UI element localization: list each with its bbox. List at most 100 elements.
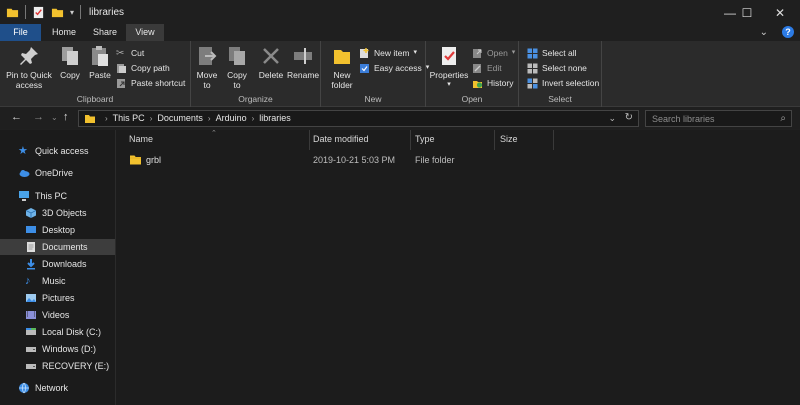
breadcrumb-libraries[interactable]: libraries (259, 113, 291, 123)
copy-to-button[interactable]: Copy to (223, 45, 251, 90)
tab-file[interactable]: File (0, 24, 41, 41)
nav-music[interactable]: ♪ Music (25, 273, 115, 289)
chevron-down-icon: ▾ (447, 81, 451, 88)
search-box[interactable]: Search libraries ⌕ (645, 110, 792, 127)
back-button[interactable]: ← (11, 111, 22, 123)
rename-button[interactable]: Rename (287, 45, 319, 80)
properties-qat-icon[interactable] (32, 6, 45, 19)
tab-share[interactable]: Share (85, 24, 125, 41)
select-none-icon (527, 63, 538, 73)
column-header-type[interactable]: Type (415, 134, 435, 144)
address-bar[interactable]: › This PC › Documents › Arduino › librar… (78, 110, 639, 127)
column-header-size[interactable]: Size (500, 134, 518, 144)
nav-desktop[interactable]: Desktop (25, 222, 115, 238)
nav-onedrive[interactable]: OneDrive (18, 165, 113, 181)
copy-path-label: Copy path (131, 63, 170, 73)
refresh-icon[interactable]: ↻ (625, 112, 633, 123)
cut-button[interactable]: ✂ Cut (116, 46, 144, 60)
rename-label: Rename (287, 70, 320, 80)
copy-path-icon (117, 63, 126, 73)
select-all-label: Select all (542, 48, 577, 58)
column-divider[interactable] (553, 130, 554, 150)
nav-recovery-e[interactable]: RECOVERY (E:) (25, 358, 115, 374)
tab-view[interactable]: View (126, 24, 164, 41)
close-button[interactable]: ✕ (763, 0, 797, 26)
edit-icon (473, 63, 481, 73)
nav-network[interactable]: Network (18, 380, 113, 396)
file-row[interactable]: grbl 2019-10-21 5:03 PM File folder (122, 152, 772, 168)
nav-this-pc[interactable]: This PC (18, 188, 113, 204)
up-button[interactable]: ↑ (63, 111, 69, 123)
new-folder-button[interactable]: New folder (327, 45, 357, 90)
nav-quick-access[interactable]: ★ Quick access (18, 143, 113, 159)
move-to-button[interactable]: Move to (193, 45, 221, 90)
delete-label: Delete (258, 70, 284, 80)
network-icon (19, 382, 29, 394)
search-icon: ⌕ (780, 113, 786, 124)
maximize-button[interactable]: ☐ (730, 0, 764, 26)
new-folder-icon (334, 50, 350, 64)
invert-selection-button[interactable]: Invert selection (527, 76, 599, 90)
nav-label: Windows (D:) (42, 344, 97, 354)
column-header-name[interactable]: Name (129, 134, 153, 144)
collapse-ribbon-icon[interactable]: ⌄ (760, 27, 768, 38)
copy-icon (62, 47, 78, 65)
column-divider[interactable] (410, 130, 411, 150)
clipboard-group: Pin to Quick access Copy Paste ✂ Cut Cop… (0, 41, 191, 107)
nav-videos[interactable]: Videos (25, 307, 115, 323)
new-folder-qat-icon[interactable] (51, 6, 64, 19)
pin-to-quick-access-button[interactable]: Pin to Quick access (4, 45, 54, 90)
nav-3d-objects[interactable]: 3D Objects (25, 205, 115, 221)
paste-shortcut-button[interactable]: Paste shortcut (116, 76, 185, 90)
sort-ascending-icon: ⌃ (211, 130, 217, 137)
recent-locations-icon[interactable]: ⌄ (51, 113, 58, 122)
help-icon[interactable]: ? (782, 26, 794, 38)
select-all-icon (527, 48, 538, 58)
properties-button[interactable]: Properties ▾ (429, 45, 469, 90)
drive-icon (26, 328, 36, 335)
paste-icon (92, 46, 108, 66)
copy-button[interactable]: Copy (56, 45, 84, 80)
edit-button[interactable]: Edit (472, 61, 502, 75)
qat-dropdown-icon[interactable]: ▾ (70, 8, 74, 17)
nav-documents[interactable]: Documents (0, 239, 115, 255)
breadcrumb-arduino[interactable]: Arduino (216, 113, 247, 123)
nav-label: Desktop (42, 225, 76, 235)
nav-local-disk-c[interactable]: Local Disk (C:) (25, 324, 115, 340)
move-to-label-line2: to (203, 80, 211, 90)
tab-home[interactable]: Home (44, 24, 84, 41)
new-item-button[interactable]: New item ▾ (359, 46, 417, 60)
delete-button[interactable]: Delete (257, 45, 285, 80)
desktop-icon (26, 226, 36, 233)
breadcrumb-separator-icon: › (207, 113, 211, 123)
nav-downloads[interactable]: Downloads (25, 256, 115, 272)
new-group-label: New (364, 94, 382, 104)
file-list: Name ⌃ Date modified Type Size grbl 2019… (116, 130, 800, 405)
breadcrumb-documents[interactable]: Documents (157, 113, 203, 123)
select-none-button[interactable]: Select none (527, 61, 587, 75)
column-divider[interactable] (309, 130, 310, 150)
column-divider[interactable] (494, 130, 495, 150)
move-to-label-line1: Move (196, 70, 218, 80)
forward-button[interactable]: → (33, 111, 44, 123)
copy-path-button[interactable]: Copy path (116, 61, 170, 75)
select-none-label: Select none (542, 63, 587, 73)
easy-access-button[interactable]: Easy access ▾ (359, 61, 429, 75)
address-history-chevron-icon[interactable]: ⌄ (608, 113, 616, 124)
open-button[interactable]: Open ▾ (472, 46, 515, 60)
breadcrumb-separator-icon: › (105, 113, 108, 123)
pin-label-line2: access (15, 80, 43, 90)
column-header-date-modified[interactable]: Date modified (313, 134, 369, 144)
paste-button[interactable]: Paste (86, 45, 114, 80)
paste-shortcut-icon (117, 78, 125, 88)
history-button[interactable]: History (472, 76, 513, 90)
easy-access-label: Easy access (374, 63, 422, 73)
nav-pictures[interactable]: Pictures (25, 290, 115, 306)
copy-label: Copy (60, 70, 80, 80)
nav-windows-d[interactable]: Windows (D:) (25, 341, 115, 357)
select-all-button[interactable]: Select all (527, 46, 577, 60)
drive-icon (26, 347, 36, 352)
nav-label: Documents (42, 242, 88, 252)
breadcrumb-this-pc[interactable]: This PC (113, 113, 145, 123)
organize-group-label: Organize (238, 94, 273, 104)
